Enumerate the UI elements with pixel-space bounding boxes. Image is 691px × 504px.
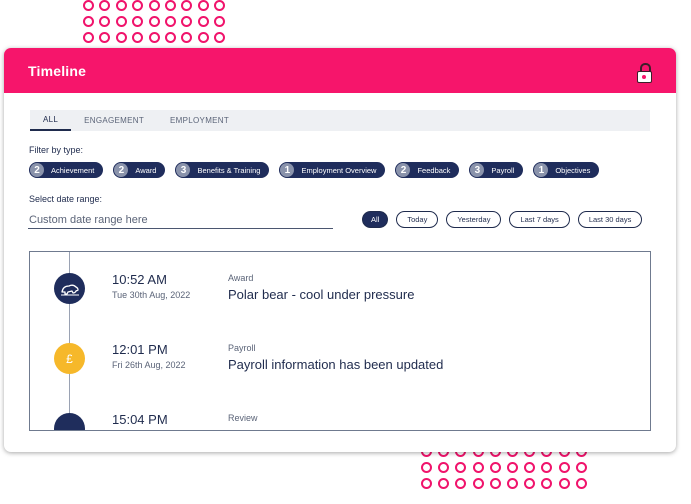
decorative-rings-bottom bbox=[421, 446, 593, 489]
date-range-options: All Today Yesterday Last 7 days Last 30 … bbox=[362, 211, 643, 228]
chip-employment-overview[interactable]: 1 Employment Overview bbox=[279, 162, 386, 178]
chip-objectives[interactable]: 1 Objectives bbox=[533, 162, 600, 178]
chip-count: 2 bbox=[30, 163, 44, 177]
range-today-button[interactable]: Today bbox=[396, 211, 439, 228]
polar-bear-icon bbox=[54, 273, 85, 304]
window-title: Timeline bbox=[28, 62, 87, 79]
entry-time: 10:52 AM bbox=[112, 272, 167, 287]
chip-label: Payroll bbox=[491, 165, 515, 175]
tab-engagement[interactable]: ENGAGEMENT bbox=[71, 110, 157, 131]
chip-label: Award bbox=[135, 165, 157, 175]
range-yesterday-button[interactable]: Yesterday bbox=[446, 211, 502, 228]
range-last-30-days-button[interactable]: Last 30 days bbox=[577, 211, 643, 228]
title-bar: Timeline bbox=[4, 48, 676, 93]
lock-icon[interactable] bbox=[637, 62, 652, 83]
chip-count: 3 bbox=[176, 163, 191, 177]
entry-description: Payroll information has been updated bbox=[228, 357, 444, 372]
entry-date: Tue 30th Aug, 2022 bbox=[112, 290, 191, 300]
filter-label: Filter by type: bbox=[29, 145, 84, 155]
tab-bar: ALL ENGAGEMENT EMPLOYMENT bbox=[30, 110, 650, 131]
date-range-label: Select date range: bbox=[29, 194, 103, 204]
decorative-rings-top bbox=[83, 0, 231, 43]
chip-label: Employment Overview bbox=[301, 165, 377, 175]
timeline-entry[interactable]: 15:04 PM Review bbox=[30, 392, 650, 430]
chip-label: Objectives bbox=[555, 165, 591, 175]
chip-achievement[interactable]: 2 Achievement bbox=[29, 162, 104, 178]
chip-label: Benefits & Training bbox=[197, 165, 261, 175]
chip-award[interactable]: 2 Award bbox=[113, 162, 166, 178]
entry-type: Award bbox=[228, 273, 254, 283]
range-last-7-days-button[interactable]: Last 7 days bbox=[509, 211, 570, 228]
chip-label: Achievement bbox=[51, 165, 95, 175]
timeline-window: Timeline ALL ENGAGEMENT EMPLOYMENT Filte… bbox=[4, 48, 676, 452]
tab-all[interactable]: ALL bbox=[30, 110, 72, 131]
review-icon bbox=[54, 413, 85, 430]
entry-time: 12:01 PM bbox=[112, 342, 168, 357]
range-all-button[interactable]: All bbox=[362, 211, 389, 228]
date-range-input[interactable] bbox=[28, 211, 333, 229]
chip-count: 2 bbox=[396, 163, 411, 177]
timeline-list[interactable]: 10:52 AM Tue 30th Aug, 2022 Award Polar … bbox=[29, 251, 651, 431]
chip-label: Feedback bbox=[417, 165, 451, 175]
entry-date: Fri 26th Aug, 2022 bbox=[112, 360, 186, 370]
chip-benefits-training[interactable]: 3 Benefits & Training bbox=[175, 162, 270, 178]
timeline-entry[interactable]: £ 12:01 PM Fri 26th Aug, 2022 Payroll Pa… bbox=[30, 322, 650, 392]
pound-icon: £ bbox=[54, 343, 85, 374]
entry-type: Review bbox=[228, 413, 258, 423]
entry-description: Polar bear - cool under pressure bbox=[228, 287, 415, 302]
chip-count: 1 bbox=[280, 163, 295, 177]
chip-payroll[interactable]: 3 Payroll bbox=[469, 162, 524, 178]
timeline-entry[interactable]: 10:52 AM Tue 30th Aug, 2022 Award Polar … bbox=[30, 252, 650, 322]
tab-employment[interactable]: EMPLOYMENT bbox=[157, 110, 242, 131]
entry-type: Payroll bbox=[228, 343, 256, 353]
entry-time: 15:04 PM bbox=[112, 412, 168, 427]
chip-count: 2 bbox=[114, 163, 129, 177]
filter-chips: 2 Achievement 2 Award 3 Benefits & Train… bbox=[29, 162, 600, 178]
chip-count: 1 bbox=[534, 163, 549, 177]
chip-count: 3 bbox=[470, 163, 485, 177]
chip-feedback[interactable]: 2 Feedback bbox=[395, 162, 460, 178]
